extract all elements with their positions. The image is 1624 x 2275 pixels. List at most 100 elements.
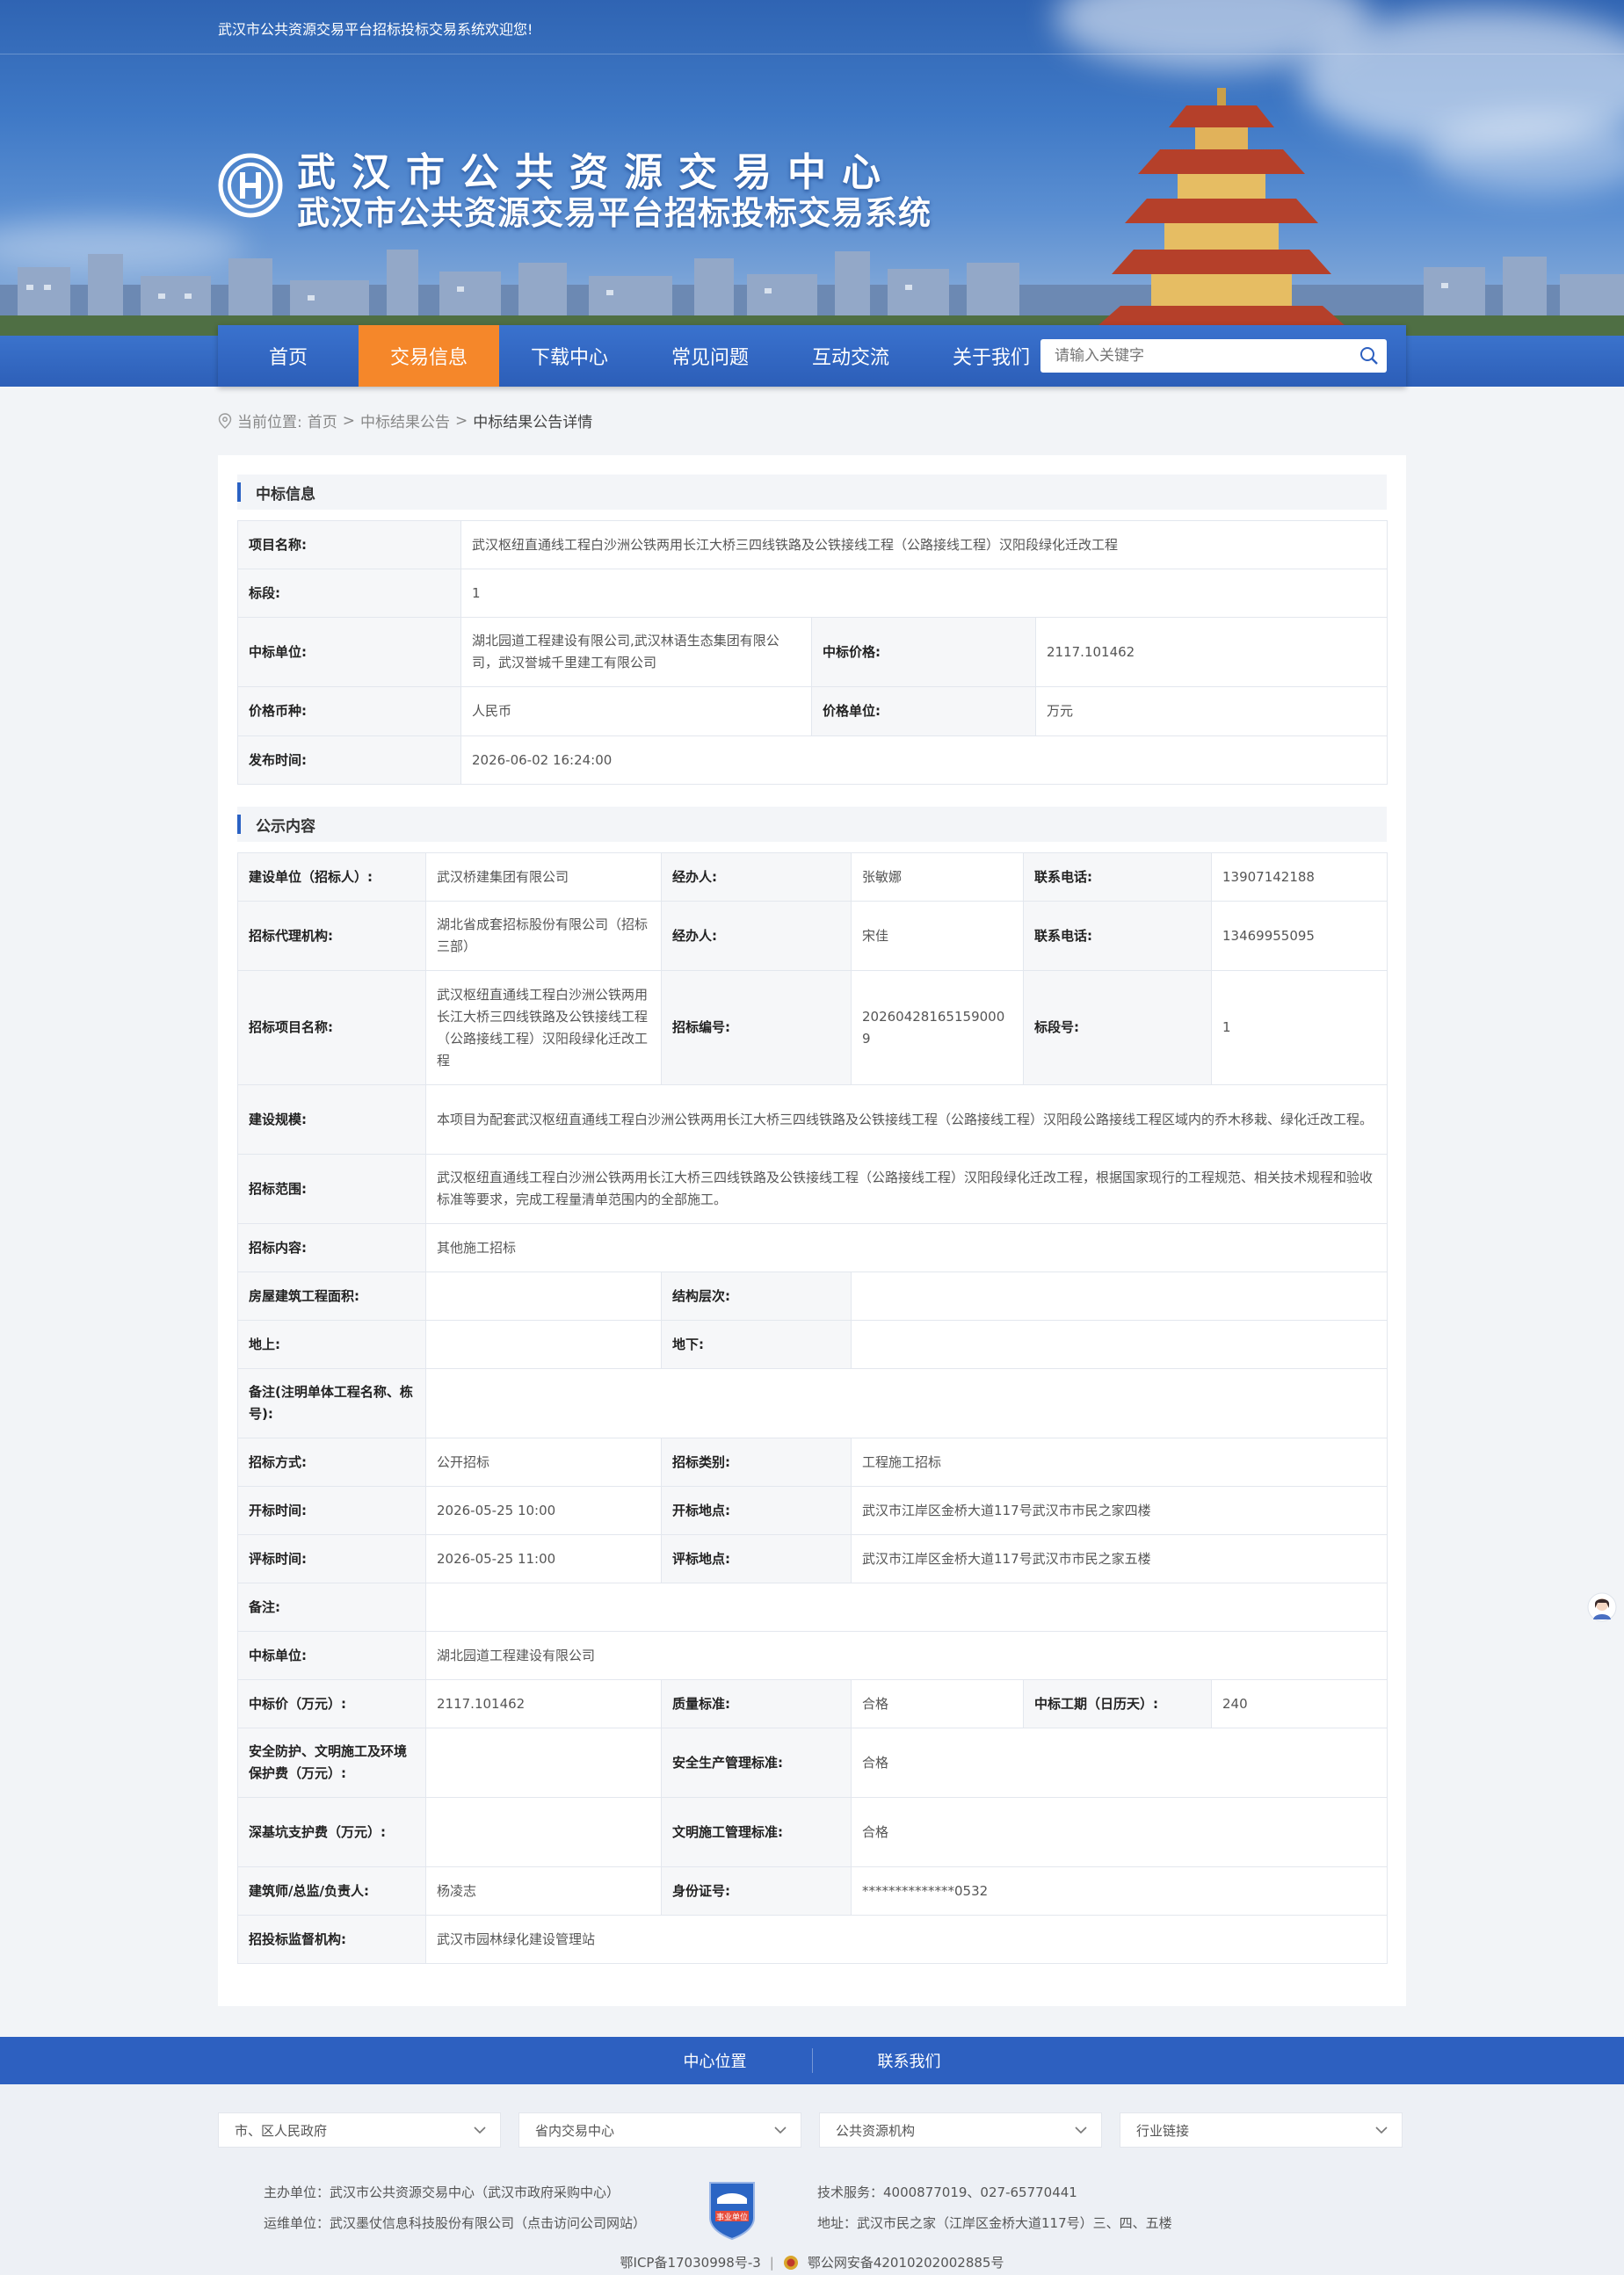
project-name-label: 项目名称: — [237, 520, 461, 569]
footer-tech: 技术服务：4000877019、027-65770441 — [817, 2184, 1077, 2200]
breadcrumb-current: 中标结果公告详情 — [473, 414, 593, 431]
category-value: 工程施工招标 — [851, 1438, 1388, 1487]
eval-place-value: 武汉市江岸区金桥大道117号武汉市市民之家五楼 — [851, 1534, 1388, 1583]
footer-link-location[interactable]: 中心位置 — [619, 2049, 812, 2072]
detail-panel: 中标信息 项目名称: 武汉枢纽直通线工程白沙洲公铁两用长江大桥三四线铁路及公铁接… — [218, 455, 1406, 2006]
select-label: 行业链接 — [1136, 2122, 1190, 2139]
agency-value: 湖北省成套招标股份有限公司（招标三部） — [425, 901, 662, 971]
lot-label: 标段号: — [1023, 970, 1212, 1085]
remark-label: 备注: — [237, 1583, 426, 1632]
search-icon — [1360, 347, 1378, 365]
footer-selects: 市、区人民政府 省内交易中心 公共资源机构 行业链接 — [218, 2112, 1403, 2148]
eval-place-label: 评标地点: — [661, 1534, 852, 1583]
safety-fee-value — [425, 1728, 662, 1798]
scale-label: 建设规模: — [237, 1084, 426, 1155]
id-number-label: 身份证号: — [661, 1866, 852, 1916]
public-institution-badge-icon[interactable]: 事业单位 — [707, 2179, 758, 2241]
currency-label: 价格币种: — [237, 686, 461, 736]
footer-link-bar: 中心位置 联系我们 — [0, 2037, 1624, 2084]
nav-faq[interactable]: 常见问题 — [640, 325, 780, 387]
period-value: 240 — [1211, 1679, 1388, 1728]
customer-service-avatar-icon[interactable] — [1587, 1592, 1617, 1622]
method-value: 公开招标 — [425, 1438, 662, 1487]
phone-value: 13469955095 — [1211, 901, 1388, 971]
icp-number[interactable]: 鄂ICP备17030998号-3 — [620, 2253, 761, 2271]
open-place-value: 武汉市江岸区金桥大道117号武汉市市民之家四楼 — [851, 1486, 1388, 1535]
select-district-gov[interactable]: 市、区人民政府 — [218, 2112, 501, 2148]
select-industry-links[interactable]: 行业链接 — [1120, 2112, 1403, 2148]
table-row: 发布时间: 2026-06-02 16:24:00 — [237, 735, 1388, 785]
search-box — [1040, 339, 1387, 373]
award-section-header: 中标信息 — [237, 475, 1387, 510]
yellow-crane-tower — [1081, 88, 1362, 343]
cloud — [1424, 114, 1624, 193]
table-row: 备注(注明单体工程名称、栋号): — [237, 1368, 1388, 1438]
price-value: 2117.101462 — [1034, 617, 1388, 687]
builder-value: 武汉桥建集团有限公司 — [425, 852, 662, 902]
breadcrumb: 当前位置: 首页 > 中标结果公告 > 中标结果公告详情 — [218, 409, 592, 431]
divider: | — [769, 2254, 774, 2271]
breadcrumb-prefix: 当前位置: — [237, 414, 302, 431]
select-label: 市、区人民政府 — [235, 2122, 328, 2139]
table-row: 招标内容: 其他施工招标 — [237, 1223, 1388, 1272]
safety-standard-label: 安全生产管理标准: — [661, 1728, 852, 1798]
content-value: 其他施工招标 — [425, 1223, 1388, 1272]
building-area-value — [425, 1272, 662, 1321]
open-place-label: 开标地点: — [661, 1486, 852, 1535]
civil-standard-label: 文明施工管理标准: — [661, 1797, 852, 1867]
phone-label: 联系电话: — [1023, 901, 1212, 971]
eval-time-label: 评标时间: — [237, 1534, 426, 1583]
award-heading: 中标信息 — [256, 485, 315, 504]
table-row: 建设单位（招标人）: 武汉桥建集团有限公司 经办人: 张敏娜 联系电话: 139… — [237, 852, 1388, 902]
architect-value: 杨凌志 — [425, 1866, 662, 1916]
chevron-down-icon — [774, 2126, 787, 2134]
footer-host: 主办单位：武汉市公共资源交易中心（武汉市政府采购中心） — [264, 2184, 620, 2200]
table-row: 中标价（万元）: 2117.101462 质量标准: 合格 中标工期（日历天）:… — [237, 1679, 1388, 1728]
select-label: 省内交易中心 — [535, 2122, 615, 2139]
table-row: 房屋建筑工程面积: 结构层次: — [237, 1272, 1388, 1321]
badge-text: 事业单位 — [716, 2212, 748, 2222]
structure-label: 结构层次: — [661, 1272, 852, 1321]
top-bar: 武汉市公共资源交易平台招标投标交易系统欢迎您! — [0, 0, 1624, 54]
below-ground-label: 地下: — [661, 1320, 852, 1369]
police-record[interactable]: 鄂公网安备42010202002885号 — [808, 2253, 1004, 2271]
breadcrumb-home[interactable]: 首页 — [308, 409, 337, 431]
nav-home[interactable]: 首页 — [218, 325, 359, 387]
select-label: 公共资源机构 — [836, 2122, 916, 2139]
select-province-centers[interactable]: 省内交易中心 — [518, 2112, 801, 2148]
winning-price-value: 2117.101462 — [425, 1679, 662, 1728]
table-row: 招投标监督机构: 武汉市园林绿化建设管理站 — [237, 1915, 1388, 1964]
breadcrumb-sep: > — [454, 411, 468, 430]
id-number-value: **************0532 — [851, 1866, 1388, 1916]
footer-operator[interactable]: 运维单位：武汉墨仗信息科技股份有限公司（点击访问公司网站） — [264, 2208, 646, 2239]
handler-label: 经办人: — [661, 901, 852, 971]
safety-standard-value: 合格 — [851, 1728, 1388, 1798]
logo-icon — [218, 153, 283, 218]
search-button[interactable] — [1352, 340, 1387, 372]
table-row: 标段: 1 — [237, 569, 1388, 618]
winner-label: 中标单位: — [237, 1631, 426, 1680]
building-area-label: 房屋建筑工程面积: — [237, 1272, 426, 1321]
price-unit-label: 价格单位: — [811, 686, 1036, 736]
breadcrumb-sep: > — [342, 411, 355, 430]
open-time-value: 2026-05-25 10:00 — [425, 1486, 662, 1535]
table-row: 招标范围: 武汉枢纽直通线工程白沙洲公铁两用长江大桥三四线铁路及公铁接线工程（公… — [237, 1154, 1388, 1224]
table-row: 招标代理机构: 湖北省成套招标股份有限公司（招标三部） 经办人: 宋佳 联系电话… — [237, 901, 1388, 971]
handler-value: 张敏娜 — [851, 852, 1024, 902]
select-public-resources[interactable]: 公共资源机构 — [819, 2112, 1102, 2148]
search-input[interactable] — [1040, 340, 1352, 372]
quality-label: 质量标准: — [661, 1679, 852, 1728]
method-label: 招标方式: — [237, 1438, 426, 1487]
nav-downloads[interactable]: 下载中心 — [499, 325, 640, 387]
builder-label: 建设单位（招标人）: — [237, 852, 426, 902]
chevron-down-icon — [474, 2126, 486, 2134]
pit-fee-label: 深基坑支护费（万元）: — [237, 1797, 426, 1867]
footer-link-contact[interactable]: 联系我们 — [813, 2049, 1006, 2072]
remark-building-label: 备注(注明单体工程名称、栋号): — [237, 1368, 426, 1438]
breadcrumb-section[interactable]: 中标结果公告 — [360, 409, 450, 431]
nav-interaction[interactable]: 互动交流 — [780, 325, 921, 387]
nav-trade-info[interactable]: 交易信息 — [359, 325, 499, 387]
table-row: 建筑师/总监/负责人: 杨凌志 身份证号: **************0532 — [237, 1866, 1388, 1916]
table-row: 安全防护、文明施工及环境保护费（万元）: 安全生产管理标准: 合格 — [237, 1728, 1388, 1798]
main-nav: 首页 交易信息 下载中心 常见问题 互动交流 关于我们 — [218, 325, 1406, 387]
